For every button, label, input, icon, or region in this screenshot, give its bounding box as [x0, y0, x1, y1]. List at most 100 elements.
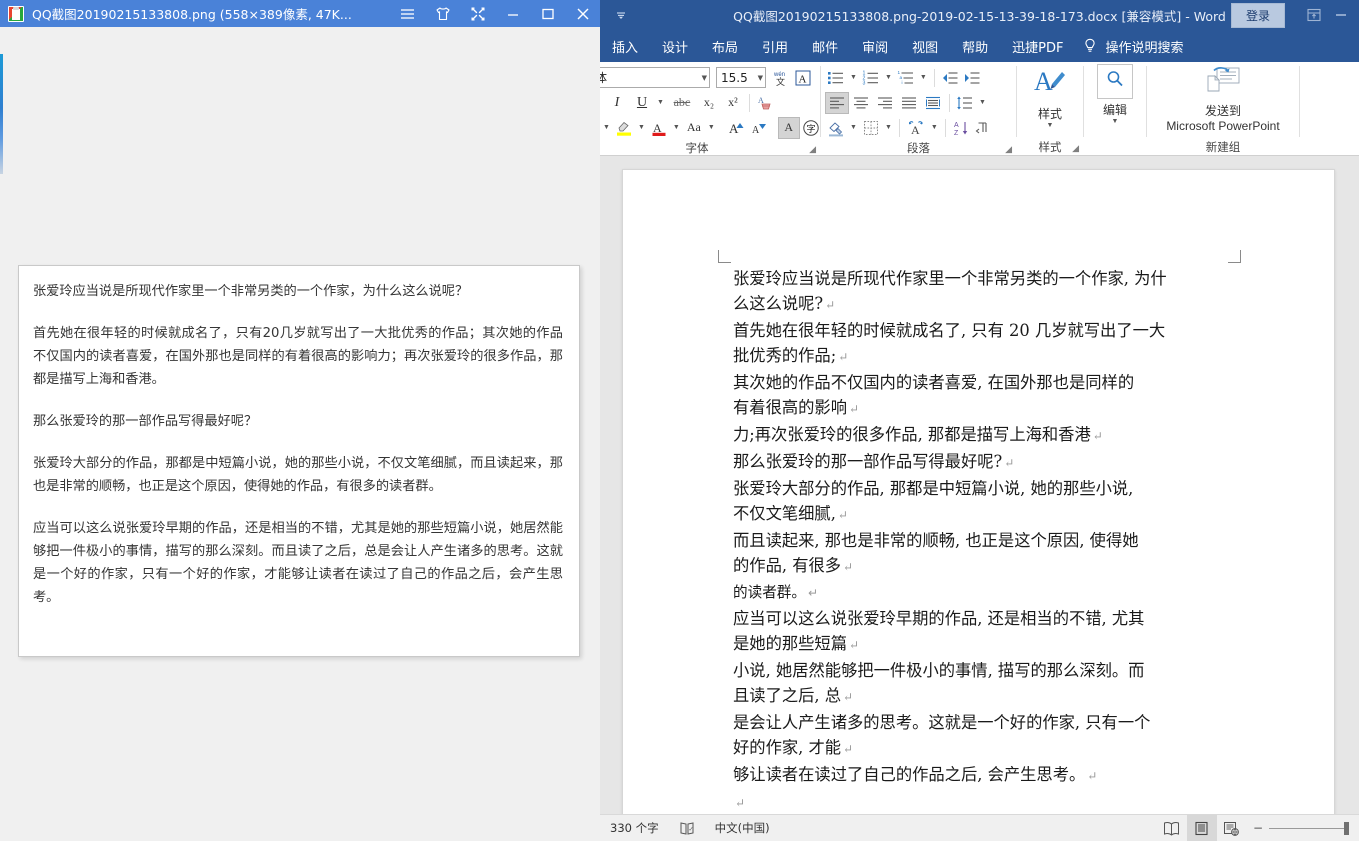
chevron-down-icon[interactable]: ▼: [1047, 122, 1054, 130]
decrease-indent-icon[interactable]: [939, 67, 961, 89]
shading-icon[interactable]: [825, 117, 847, 139]
tab-xunjie-pdf[interactable]: 迅捷PDF: [1000, 30, 1075, 62]
font-size-combo[interactable]: 15.5 ▼: [716, 67, 766, 88]
editing-button[interactable]: 编辑 ▼: [1084, 62, 1146, 139]
chevron-down-icon[interactable]: ▼: [1112, 118, 1119, 126]
align-right-icon[interactable]: [873, 92, 897, 114]
align-center-icon[interactable]: [849, 92, 873, 114]
sign-in-button[interactable]: 登录: [1230, 2, 1285, 28]
zoom-thumb[interactable]: [1344, 821, 1349, 835]
chevron-down-icon[interactable]: ▼: [928, 124, 941, 131]
tab-view[interactable]: 视图: [900, 30, 950, 62]
chevron-down-icon[interactable]: ▼: [654, 99, 667, 106]
maximize-icon[interactable]: [530, 0, 565, 27]
chevron-down-icon[interactable]: ▼: [698, 74, 707, 82]
distribute-text-icon[interactable]: [921, 92, 945, 114]
menu-icon[interactable]: [390, 0, 425, 27]
document-line: 是她的那些短篇 ↵: [733, 634, 860, 653]
print-layout-icon[interactable]: [1186, 814, 1217, 841]
document-scroll-area[interactable]: 张爱玲应当说是所现代作家里一个非常另类的一个作家, 为什 么这么说呢? ↵ 首先她…: [600, 156, 1359, 814]
chevron-down-icon[interactable]: ▼: [976, 99, 989, 106]
quick-access-toolbar[interactable]: [600, 4, 632, 26]
dialog-launcher-icon[interactable]: ◢: [1072, 144, 1079, 154]
web-layout-icon[interactable]: [1217, 815, 1247, 841]
strikethrough-button[interactable]: abc: [667, 92, 697, 114]
ribbon-display-options-icon[interactable]: [1301, 4, 1327, 26]
chevron-down-icon[interactable]: ▼: [600, 124, 613, 131]
word-titlebar[interactable]: QQ截图20190215133808.png-2019-02-15-13-39-…: [600, 0, 1359, 30]
word-count[interactable]: 330 个字: [600, 815, 669, 841]
document-page[interactable]: 张爱玲应当说是所现代作家里一个非常另类的一个作家, 为什 么这么说呢? ↵ 首先她…: [622, 169, 1335, 814]
chevron-down-icon[interactable]: ▼: [670, 124, 683, 131]
chevron-down-icon[interactable]: ▼: [754, 74, 763, 82]
line-spacing-icon[interactable]: [954, 92, 976, 114]
svg-text:A: A: [752, 125, 760, 136]
underline-button[interactable]: U: [630, 92, 654, 114]
superscript-button[interactable]: x²: [721, 92, 745, 114]
tab-review[interactable]: 审阅: [850, 30, 900, 62]
italic-button[interactable]: I: [604, 92, 630, 114]
image-viewer-titlebar[interactable]: QQ截图20190215133808.png (558×389像素, 47K..…: [0, 0, 600, 27]
font-color-icon[interactable]: A: [648, 117, 670, 139]
tab-insert[interactable]: 插入: [600, 30, 650, 62]
tab-layout[interactable]: 布局: [700, 30, 750, 62]
paragraph-mark: ↵: [735, 796, 746, 810]
skin-icon[interactable]: [425, 0, 460, 27]
close-icon[interactable]: [565, 0, 600, 27]
grow-font-icon[interactable]: A: [726, 117, 748, 139]
character-border-icon[interactable]: A: [792, 67, 814, 89]
align-left-icon[interactable]: [825, 91, 849, 114]
shrink-font-icon[interactable]: A: [748, 117, 770, 139]
chinese-layout-icon[interactable]: A: [904, 117, 928, 139]
ribbon-group-font: 宋体 ▼ 15.5 ▼ wén文 A: [600, 62, 820, 155]
document-line: 其次她的作品不仅国内的读者喜爱, 在国外那也是同样的: [733, 373, 1135, 392]
clear-formatting-icon[interactable]: A: [754, 92, 776, 114]
minimize-icon[interactable]: [1327, 8, 1355, 23]
chevron-down-icon[interactable]: ▼: [847, 124, 860, 131]
chevron-down-icon[interactable]: ▼: [917, 74, 930, 81]
zoom-slider[interactable]: −: [1247, 821, 1359, 835]
bullet-list-icon[interactable]: [825, 67, 847, 89]
show-formatting-marks-icon[interactable]: [972, 117, 994, 139]
chevron-down-icon[interactable]: ▼: [635, 124, 648, 131]
justify-icon[interactable]: [897, 92, 921, 114]
tab-mailings[interactable]: 邮件: [800, 30, 850, 62]
document-body-text[interactable]: 张爱玲应当说是所现代作家里一个非常另类的一个作家, 为什 么这么说呢? ↵ 首先她…: [733, 266, 1253, 814]
chevron-down-icon[interactable]: ▼: [882, 74, 895, 81]
tab-help[interactable]: 帮助: [950, 30, 1000, 62]
text-highlight-color-icon[interactable]: [613, 117, 635, 139]
text-shading-icon[interactable]: A: [777, 116, 800, 139]
enclose-characters-icon[interactable]: 字: [800, 117, 822, 139]
find-search-icon: [1097, 64, 1133, 99]
chevron-down-icon[interactable]: ▼: [705, 124, 718, 131]
sort-icon[interactable]: AZ: [950, 117, 972, 139]
proofing-errors-icon[interactable]: ✓: [669, 815, 705, 841]
zoom-out-button[interactable]: −: [1253, 821, 1263, 835]
language-indicator[interactable]: 中文(中国): [705, 815, 780, 841]
tell-me-search[interactable]: 操作说明搜索: [1075, 37, 1183, 56]
numbered-list-icon[interactable]: 123: [860, 67, 882, 89]
minimize-icon[interactable]: [495, 0, 530, 27]
multilevel-list-icon[interactable]: 1ai: [895, 67, 917, 89]
document-line: 张爱玲大部分的作品, 那都是中短篇小说, 她的那些小说,: [733, 479, 1134, 498]
qat-dropdown-icon[interactable]: [610, 4, 632, 26]
send-to-label-line2: Microsoft PowerPoint: [1166, 119, 1280, 133]
subscript-button[interactable]: x₂: [697, 92, 721, 114]
phonetic-guide-icon[interactable]: wén 文: [770, 67, 792, 89]
tab-references[interactable]: 引用: [750, 30, 800, 62]
styles-button[interactable]: A 样式 ▼: [1017, 62, 1083, 139]
read-mode-icon[interactable]: [1157, 815, 1187, 841]
chevron-down-icon[interactable]: ▼: [882, 124, 895, 131]
image-viewer-canvas[interactable]: 张爱玲应当说是所现代作家里一个非常另类的一个作家，为什么这么说呢？ 首先她在很年…: [0, 27, 600, 841]
dialog-launcher-icon[interactable]: ◢: [1005, 145, 1012, 155]
tab-design[interactable]: 设计: [650, 30, 700, 62]
change-case-button[interactable]: Aa: [683, 117, 705, 139]
chevron-down-icon[interactable]: ▼: [847, 74, 860, 81]
send-to-powerpoint-button[interactable]: 发送到 Microsoft PowerPoint: [1147, 62, 1299, 139]
fullscreen-icon[interactable]: [460, 0, 495, 27]
borders-icon[interactable]: [860, 117, 882, 139]
zoom-track[interactable]: [1269, 821, 1349, 835]
dialog-launcher-icon[interactable]: ◢: [809, 145, 816, 155]
increase-indent-icon[interactable]: [961, 67, 983, 89]
font-name-combo[interactable]: 宋体 ▼: [600, 67, 710, 88]
